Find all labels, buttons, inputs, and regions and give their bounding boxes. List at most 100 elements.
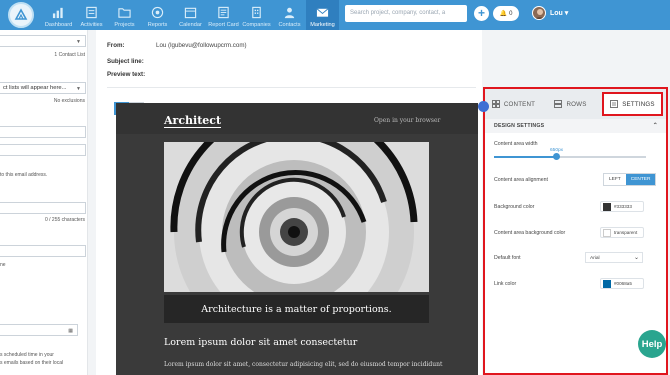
section-title: DESIGN SETTINGS: [494, 123, 545, 129]
default-font-label: Default font: [494, 255, 521, 261]
preview-logo: Architect: [164, 114, 222, 128]
exclusion-list-select[interactable]: ct lists will appear here... ▼: [0, 82, 86, 94]
tab-label: SETTINGS: [622, 100, 655, 108]
contacts-icon: [284, 7, 295, 19]
preview-body: Lorem ipsum dolor sit amet, consectetur …: [164, 361, 443, 368]
align-left-button[interactable]: LEFT: [604, 174, 626, 185]
color-value: #0068a5: [614, 281, 632, 286]
preview-text-field[interactable]: [0, 245, 86, 257]
nav-label: Marketing: [310, 22, 335, 28]
schedule-date-field[interactable]: ▦: [0, 324, 78, 336]
align-center-button[interactable]: CENTER: [625, 174, 656, 185]
from-name-field[interactable]: [0, 126, 86, 138]
contact-list-count: 1 Contact List: [54, 52, 85, 58]
background-color-label: Background color: [494, 204, 535, 210]
dashboard-icon: [52, 7, 63, 19]
subject-field[interactable]: [0, 202, 86, 214]
spiral-staircase-image: [164, 142, 429, 292]
nav-label: Activities: [80, 22, 103, 28]
preview-caption: Architecture is a matter of proportions.: [164, 295, 429, 323]
content-bg-color-picker[interactable]: transparent: [600, 227, 644, 238]
folder-icon: [118, 8, 131, 18]
chevron-down-icon: ▾: [564, 10, 569, 17]
bell-icon: 🔔: [499, 11, 508, 17]
nav-item-dashboard[interactable]: Dashboard: [42, 0, 75, 30]
nav-item-projects[interactable]: Projects: [108, 0, 141, 30]
chevron-down-icon: ▼: [76, 39, 81, 45]
char-count: 0 / 255 characters: [44, 217, 85, 223]
email-editor: From: Lou (lgubevu@followupcrm.com) Subj…: [96, 30, 482, 375]
nav-item-report-card[interactable]: Report Card: [207, 0, 240, 30]
content-grid-icon: [491, 100, 500, 108]
from-email-field[interactable]: [0, 144, 86, 156]
tab-rows[interactable]: ROWS: [542, 89, 599, 119]
content-width-label: Content area width: [494, 141, 538, 147]
nav-label: Companies: [242, 22, 271, 28]
nav-item-marketing[interactable]: Marketing: [306, 0, 339, 30]
companies-icon: [252, 6, 261, 19]
reports-icon: [151, 6, 164, 19]
nav-items: Dashboard Activities Projects Reports Ca…: [42, 0, 339, 30]
rows-icon: [554, 100, 563, 108]
color-value: #333333: [614, 204, 632, 209]
subject-label: Subject line:: [107, 58, 144, 65]
tab-content[interactable]: CONTENT: [485, 89, 542, 119]
preview-heading: Lorem ipsum dolor sit amet consectetur: [164, 337, 358, 348]
tab-settings[interactable]: SETTINGS: [602, 92, 663, 116]
default-font-select[interactable]: Arial ⌄: [585, 252, 643, 263]
nav-item-calendar[interactable]: Calendar: [174, 0, 207, 30]
add-button[interactable]: +: [474, 6, 489, 21]
nav-label: Calendar: [179, 22, 202, 28]
nav-label: Report Card: [208, 22, 239, 28]
nav-item-reports[interactable]: Reports: [141, 0, 174, 30]
chevron-up-icon: ⌃: [652, 123, 658, 129]
color-value: transparent: [614, 230, 638, 235]
content-bg-label: Content area background color: [494, 230, 566, 236]
search-input[interactable]: Search project, company, contact, a: [345, 5, 467, 22]
preview-header: Architect Open in your browser: [116, 103, 478, 134]
background-color-picker[interactable]: #333333: [600, 201, 644, 212]
calendar-icon: [184, 7, 197, 19]
user-menu[interactable]: Lou ▾: [550, 9, 568, 17]
alignment-toggle: LEFT CENTER: [603, 173, 657, 186]
tab-label: ROWS: [566, 100, 587, 108]
schedule-note-2: s emails based on their local: [0, 360, 64, 366]
nav-item-contacts[interactable]: Contacts: [273, 0, 306, 30]
color-swatch: [603, 202, 611, 211]
alignment-label: Content area alignment: [494, 177, 548, 183]
no-exclusions-text: No exclusions: [53, 98, 85, 104]
calendar-icon: ▦: [68, 328, 73, 334]
panel-toggle-button[interactable]: [478, 101, 489, 112]
email-note: to this email address.: [0, 172, 48, 178]
nav-label: Reports: [147, 22, 168, 28]
help-button[interactable]: Help: [638, 330, 666, 358]
open-in-browser-link[interactable]: Open in your browser: [374, 117, 440, 124]
link-color-picker[interactable]: #0068a5: [600, 278, 644, 289]
contact-list-select[interactable]: ▼: [0, 35, 86, 47]
app-logo[interactable]: [8, 2, 34, 28]
preview-text-label: Preview text:: [107, 71, 146, 78]
slider-fill: [494, 156, 557, 158]
email-preview[interactable]: Architect Open in your browser Architect…: [116, 103, 478, 375]
content-width-slider[interactable]: [494, 153, 646, 160]
nav-item-companies[interactable]: Companies: [240, 0, 273, 30]
settings-panel: CONTENT ROWS SETTINGS DESIGN SETTINGS ⌃ …: [478, 87, 668, 375]
report-card-icon: [218, 6, 229, 19]
envelope-icon: [316, 8, 329, 17]
divider: [107, 87, 476, 88]
color-swatch: [603, 279, 611, 288]
user-name: Lou: [550, 10, 563, 17]
avatar[interactable]: [532, 6, 546, 20]
slider-thumb[interactable]: [553, 153, 561, 160]
link-color-label: Link color: [494, 281, 517, 287]
activities-icon: [86, 6, 97, 19]
nav-label: Dashboard: [44, 22, 73, 28]
from-value: Lou (lgubevu@followupcrm.com): [156, 42, 247, 49]
notifications-button[interactable]: 🔔 0: [493, 6, 519, 21]
nav-item-activities[interactable]: Activities: [75, 0, 108, 30]
nav-label: Projects: [114, 22, 135, 28]
nav-label: Contacts: [278, 22, 301, 28]
transparent-swatch: [603, 228, 611, 237]
design-settings-header[interactable]: DESIGN SETTINGS ⌃: [485, 119, 666, 133]
top-nav: Dashboard Activities Projects Reports Ca…: [0, 0, 670, 30]
